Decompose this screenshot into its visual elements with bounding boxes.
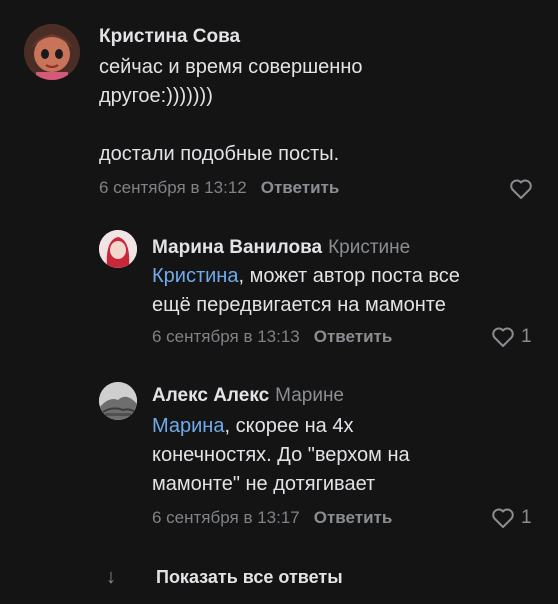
avatar-image — [24, 24, 80, 80]
author-name[interactable]: Кристина Сова — [99, 26, 240, 48]
text-line: мамонте" не дотягивает — [152, 473, 376, 495]
text-line: ещё передвигается на мамонте — [152, 294, 446, 316]
avatar-image — [99, 382, 137, 420]
timestamp: 6 сентября в 13:12 — [99, 178, 247, 197]
like-button[interactable]: 1 — [491, 507, 532, 529]
text-line: конечностях. До "верхом на — [152, 444, 410, 466]
reply-to[interactable]: Кристине — [328, 237, 410, 258]
comment-text: Кристина, может автор поста все ещё пере… — [152, 262, 542, 320]
comment-text: сейчас и время совершенно другое:)))))))… — [99, 53, 539, 169]
comment-meta: 6 сентября в 13:17 Ответить — [152, 508, 392, 528]
avatar[interactable] — [99, 382, 137, 420]
comment-text: Марина, скорее на 4х конечностях. До "ве… — [152, 412, 542, 499]
heart-outline-icon — [492, 508, 514, 528]
heart-outline-icon — [492, 327, 514, 347]
mention-link[interactable]: Марина — [152, 415, 224, 437]
reply-button[interactable]: Ответить — [261, 178, 340, 197]
show-all-label: Показать все ответы — [156, 567, 343, 587]
reply-to[interactable]: Марине — [275, 385, 344, 406]
text-line: сейчас и время совершенно — [99, 56, 363, 78]
text-line: другое:))))))) — [99, 85, 213, 107]
reply-button[interactable]: Ответить — [314, 327, 393, 346]
mention-link[interactable]: Кристина — [152, 265, 238, 287]
text-line-empty — [99, 111, 539, 140]
like-button[interactable] — [509, 178, 533, 200]
text-line: Марина, скорее на 4х — [152, 415, 354, 437]
like-button[interactable]: 1 — [491, 326, 532, 348]
avatar[interactable] — [99, 230, 137, 268]
show-all-replies-button[interactable]: ↓ Показать все ответы — [106, 566, 343, 589]
like-count: 1 — [521, 507, 532, 528]
reply-button[interactable]: Ответить — [314, 508, 393, 527]
like-count: 1 — [521, 326, 532, 347]
avatar[interactable] — [24, 24, 80, 80]
timestamp: 6 сентября в 13:13 — [152, 327, 300, 346]
text-line: Кристина, может автор поста все — [152, 265, 460, 287]
timestamp: 6 сентября в 13:17 — [152, 508, 300, 527]
author-name: Марина Ванилова Кристине — [152, 237, 411, 258]
text-line: достали подобные посты. — [99, 143, 340, 165]
heart-outline-icon — [510, 179, 532, 199]
arrow-down-icon: ↓ — [106, 566, 116, 588]
comment-meta: 6 сентября в 13:12 Ответить — [99, 178, 339, 198]
author-name: Алекс Алекс Марине — [152, 385, 345, 406]
avatar-image — [99, 230, 137, 268]
comment-meta: 6 сентября в 13:13 Ответить — [152, 327, 392, 347]
